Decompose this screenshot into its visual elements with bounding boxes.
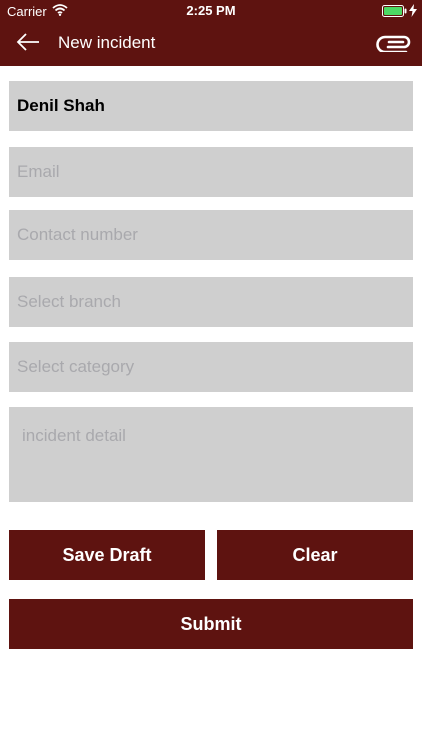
new-incident-screen: Carrier 2:25 PM New incident Denil Shah … (0, 0, 422, 750)
paperclip-icon (376, 32, 412, 57)
attach-button[interactable] (374, 28, 414, 60)
charging-icon (409, 4, 417, 20)
email-placeholder: Email (17, 162, 60, 181)
battery-icon (382, 5, 407, 20)
contact-number-field[interactable]: Contact number (9, 210, 413, 260)
name-field[interactable]: Denil Shah (9, 81, 413, 131)
branch-select[interactable]: Select branch (9, 277, 413, 327)
clear-button[interactable]: Clear (217, 530, 413, 580)
save-draft-button[interactable]: Save Draft (9, 530, 205, 580)
email-field[interactable]: Email (9, 147, 413, 197)
save-draft-label: Save Draft (62, 544, 152, 565)
clear-label: Clear (292, 544, 338, 565)
status-time: 2:25 PM (186, 3, 236, 18)
submit-label: Submit (180, 613, 242, 634)
back-button[interactable] (10, 28, 46, 60)
category-select[interactable]: Select category (9, 342, 413, 392)
contact-number-placeholder: Contact number (17, 225, 138, 244)
category-placeholder: Select category (17, 357, 135, 376)
submit-button[interactable]: Submit (9, 599, 413, 649)
branch-placeholder: Select branch (17, 292, 121, 311)
navigation-bar: New incident (0, 22, 422, 66)
incident-detail-placeholder: incident detail (22, 426, 126, 445)
name-value: Denil Shah (17, 96, 105, 115)
status-bar: Carrier 2:25 PM (0, 0, 422, 22)
back-arrow-icon (16, 32, 40, 56)
page-title: New incident (58, 33, 156, 52)
incident-detail-textarea[interactable]: incident detail (9, 407, 413, 502)
